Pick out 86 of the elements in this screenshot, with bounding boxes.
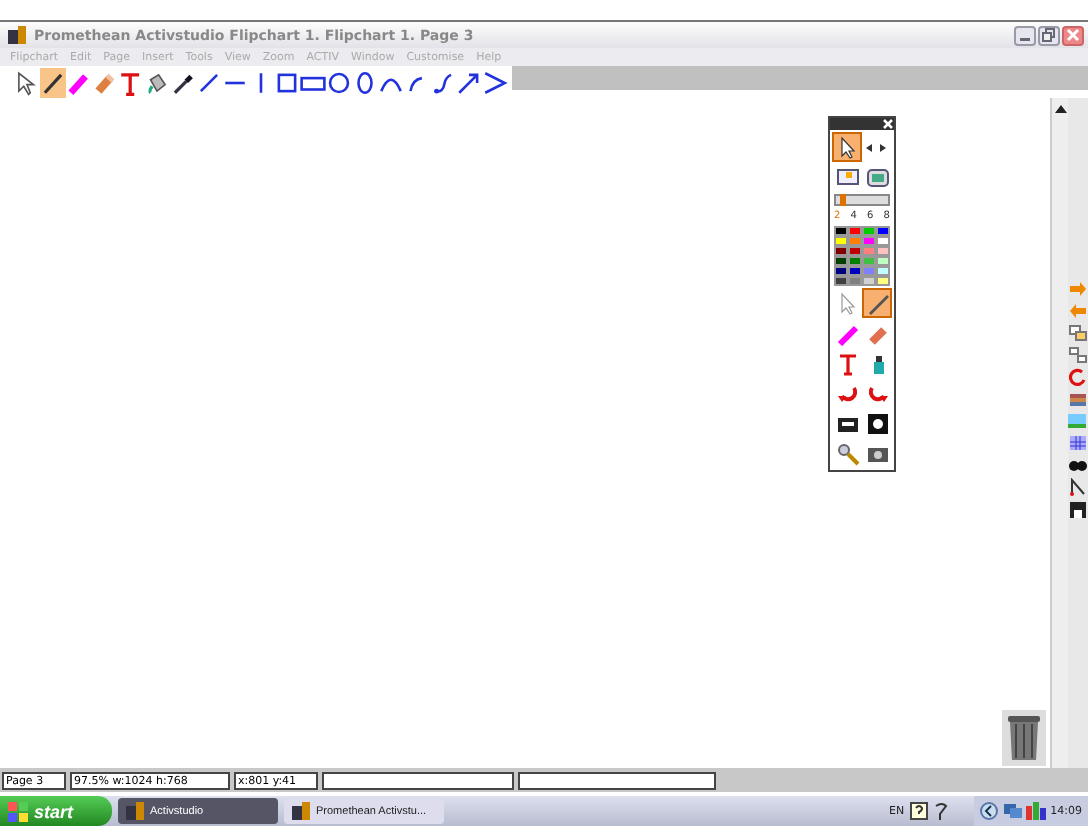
expand-tray-icon[interactable] <box>980 802 999 820</box>
restore-button[interactable] <box>1038 25 1060 45</box>
redo-icon <box>865 381 889 405</box>
highlighter-icon <box>66 69 92 95</box>
color-swatch[interactable] <box>848 256 862 266</box>
refresh-icon[interactable] <box>1068 368 1088 386</box>
desktop-tool[interactable] <box>864 164 890 190</box>
color-swatch[interactable] <box>848 246 862 256</box>
scroll-up-arrow-icon[interactable] <box>1053 104 1067 114</box>
diagonal-line-icon <box>196 69 222 95</box>
pen-input-icon[interactable] <box>934 801 949 821</box>
color-swatch[interactable] <box>848 266 862 276</box>
magnifier-icon <box>835 441 859 465</box>
color-swatch[interactable] <box>876 276 890 286</box>
app-icon <box>292 802 310 820</box>
color-swatch[interactable] <box>876 226 890 236</box>
color-swatch[interactable] <box>834 226 848 236</box>
circle-icon <box>326 69 352 95</box>
monitor-icon <box>865 167 889 187</box>
square-icon <box>274 69 300 95</box>
cursor-icon <box>835 291 859 315</box>
arrow-icon <box>456 69 482 95</box>
color-swatch[interactable] <box>862 236 876 246</box>
color-swatch[interactable] <box>862 276 876 286</box>
color-swatch[interactable] <box>834 266 848 276</box>
color-swatch[interactable] <box>876 256 890 266</box>
app-icon <box>8 26 26 44</box>
text-tool[interactable] <box>118 67 144 97</box>
spotlight-icon <box>865 411 889 435</box>
close-icon <box>1066 28 1080 42</box>
help-icon[interactable] <box>910 802 929 820</box>
goggles-icon[interactable] <box>1068 456 1088 474</box>
color-swatch[interactable] <box>848 226 862 236</box>
slider-thumb[interactable] <box>840 194 847 206</box>
chevron-tool[interactable] <box>482 67 508 97</box>
color-swatch[interactable] <box>834 236 848 246</box>
color-swatch[interactable] <box>834 256 848 266</box>
pages-icon[interactable] <box>1068 324 1088 342</box>
vertical-scrollbar[interactable] <box>1050 98 1068 768</box>
color-swatch[interactable] <box>876 266 890 276</box>
network-icon[interactable] <box>1002 802 1023 820</box>
cursor-icon <box>835 135 859 159</box>
ellipse-tool[interactable] <box>352 67 378 97</box>
chevron-icon <box>482 69 508 95</box>
pen-icon <box>865 291 889 315</box>
windows-logo-icon <box>8 801 28 821</box>
color-swatch[interactable] <box>848 236 862 246</box>
grid-icon[interactable] <box>1068 434 1088 452</box>
highlighter-icon <box>835 321 859 345</box>
compass-icon[interactable] <box>1068 478 1088 496</box>
eraser-icon <box>865 321 889 345</box>
circle-tool[interactable] <box>326 67 352 97</box>
color-swatch[interactable] <box>834 246 848 256</box>
pen-icon <box>40 69 66 95</box>
color-swatch[interactable] <box>876 246 890 256</box>
trash-can-icon <box>1006 714 1042 762</box>
color-swatch[interactable] <box>876 236 890 246</box>
color-swatch[interactable] <box>848 276 862 286</box>
spotlight-tool[interactable] <box>864 410 890 436</box>
color-swatch[interactable] <box>862 266 876 276</box>
text-icon <box>835 351 859 375</box>
flipchart-tool[interactable] <box>834 164 860 190</box>
paint-bucket-icon <box>144 69 170 95</box>
color-swatch[interactable] <box>862 226 876 236</box>
restore-icon <box>1042 28 1056 42</box>
eraser-icon <box>92 69 118 95</box>
color-swatch[interactable] <box>862 246 876 256</box>
pen-tool[interactable] <box>40 67 66 97</box>
books-icon[interactable] <box>1068 390 1088 408</box>
minimize-button[interactable] <box>1014 25 1036 45</box>
color-swatch[interactable] <box>834 276 848 286</box>
save-icon[interactable] <box>1068 500 1088 518</box>
width-slider[interactable] <box>834 194 890 206</box>
text-icon <box>118 69 144 95</box>
color-swatch[interactable] <box>862 256 876 266</box>
cursor-tool[interactable] <box>14 67 40 97</box>
undo-icon <box>835 381 859 405</box>
dropper-icon <box>170 69 196 95</box>
curve-icon <box>430 69 456 95</box>
start-button[interactable]: start <box>0 796 112 826</box>
pointer-tool[interactable] <box>834 134 860 160</box>
ellipse-icon <box>352 69 378 95</box>
page-icon <box>835 167 859 187</box>
pages-icon[interactable] <box>1068 346 1088 364</box>
scroll-arrows-icon[interactable] <box>864 141 888 153</box>
app-icon <box>126 802 144 820</box>
